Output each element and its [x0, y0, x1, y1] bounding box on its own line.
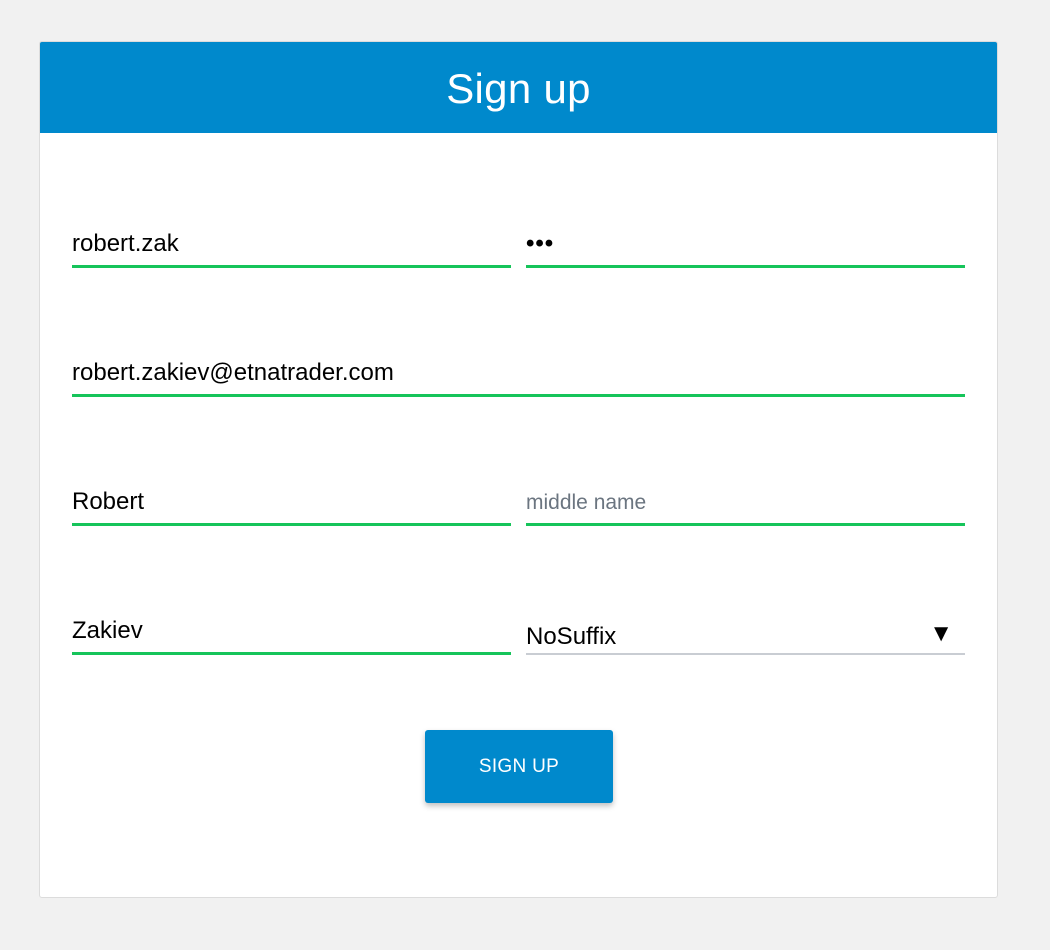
sign-up-button[interactable]: SIGN UP: [425, 730, 613, 803]
middle-name-field: [526, 486, 965, 526]
suffix-selected-value: NoSuffix: [526, 623, 617, 650]
middle-name-input[interactable]: [526, 486, 965, 523]
card-header: Sign up: [40, 42, 997, 133]
last-name-input[interactable]: [72, 615, 511, 652]
login-input[interactable]: [72, 228, 511, 265]
page-title: Sign up: [446, 64, 591, 112]
email-field: [72, 357, 965, 397]
password-input[interactable]: [526, 228, 965, 265]
suffix-select[interactable]: NoSuffix ▼: [526, 615, 965, 655]
last-name-field: [72, 615, 511, 655]
first-name-field: [72, 486, 511, 526]
first-name-input[interactable]: [72, 486, 511, 523]
dropdown-arrow-icon: ▼: [929, 620, 953, 647]
login-field: [72, 228, 511, 268]
email-input[interactable]: [72, 357, 965, 394]
signup-card: Sign up NoSuffix ▼ SIGN UP: [39, 41, 998, 898]
password-field: [526, 228, 965, 268]
